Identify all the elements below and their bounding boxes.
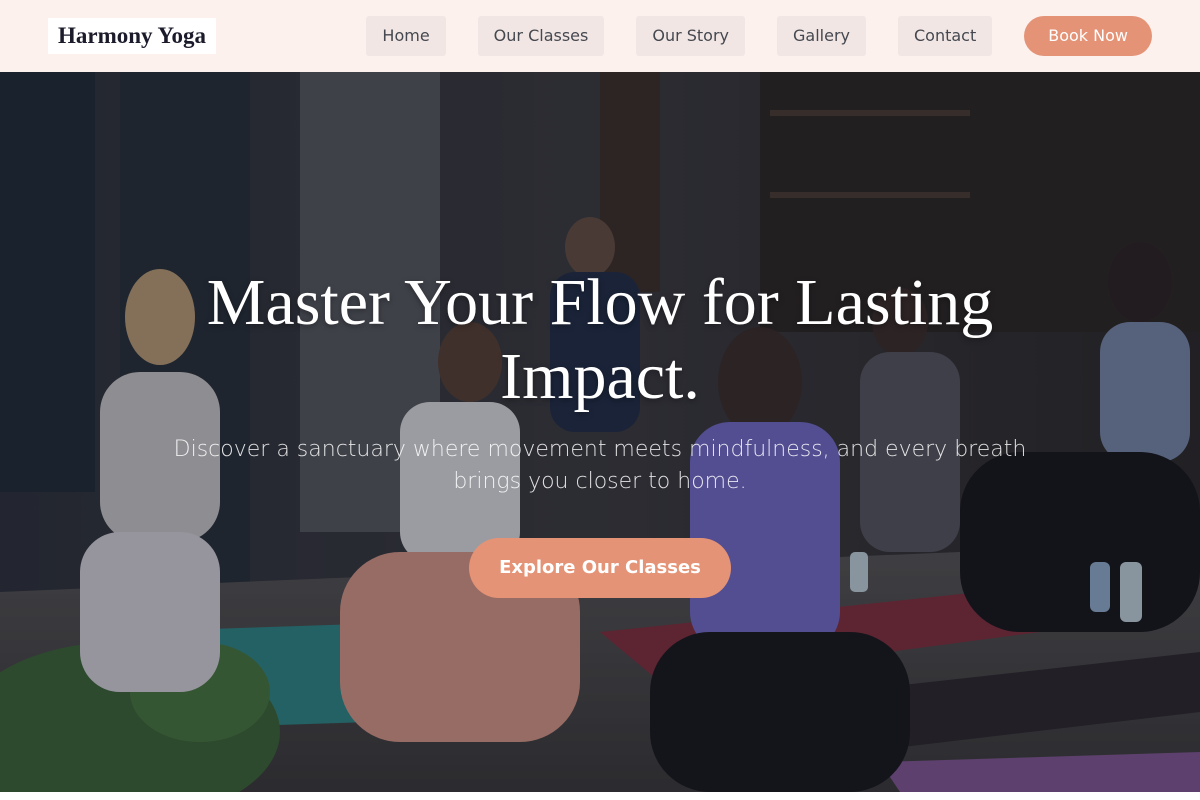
explore-classes-button[interactable]: Explore Our Classes bbox=[469, 538, 731, 598]
nav-our-classes[interactable]: Our Classes bbox=[477, 16, 605, 56]
hero-content: Master Your Flow for Lasting Impact. Dis… bbox=[0, 72, 1200, 792]
nav-contact[interactable]: Contact bbox=[898, 16, 993, 56]
nav-gallery[interactable]: Gallery bbox=[777, 16, 866, 56]
nav-our-story[interactable]: Our Story bbox=[636, 16, 746, 56]
site-header: Harmony Yoga Home Our Classes Our Story … bbox=[0, 0, 1200, 72]
main-nav: Home Our Classes Our Story Gallery Conta… bbox=[366, 16, 1152, 56]
page-bottom-edge bbox=[0, 792, 1200, 800]
hero-title: Master Your Flow for Lasting Impact. bbox=[206, 266, 994, 413]
hero-section: Master Your Flow for Lasting Impact. Dis… bbox=[0, 72, 1200, 792]
brand-logo[interactable]: Harmony Yoga bbox=[48, 18, 217, 54]
nav-home[interactable]: Home bbox=[366, 16, 446, 56]
hero-subtitle: Discover a sanctuary where movement meet… bbox=[173, 437, 1027, 494]
book-now-button[interactable]: Book Now bbox=[1024, 16, 1152, 56]
